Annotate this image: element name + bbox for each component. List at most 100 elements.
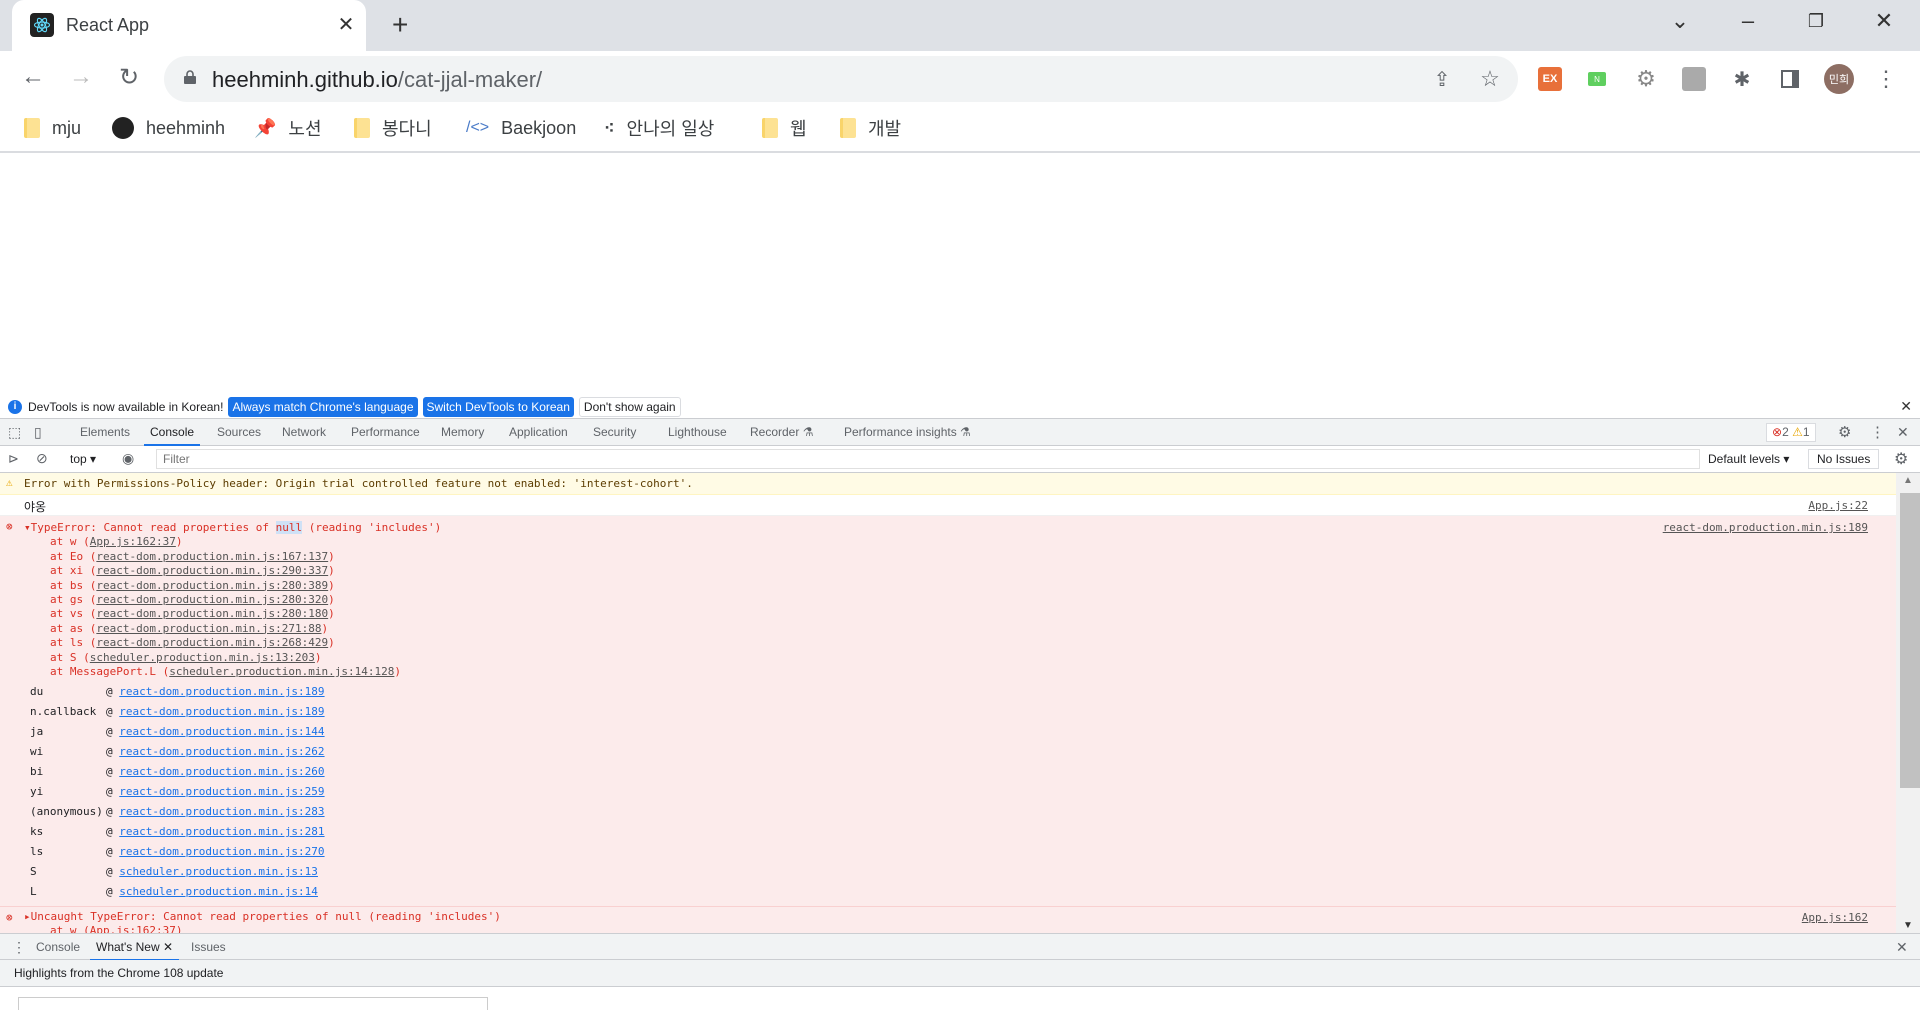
share-icon[interactable]: ⇪ bbox=[1430, 67, 1454, 91]
address-bar[interactable]: heehminh.github.io/cat-jjal-maker/ ⇪ ☆ bbox=[164, 56, 1518, 102]
tab-search-icon[interactable]: ⌄ bbox=[1660, 8, 1700, 34]
browser-tab[interactable]: React App ✕ bbox=[12, 0, 366, 51]
console-settings-icon[interactable]: ⚙ bbox=[1894, 449, 1908, 469]
scroll-up-icon[interactable]: ▲ bbox=[1903, 475, 1913, 486]
drawer-tab-whats-new[interactable]: What's New ✕ bbox=[90, 934, 180, 961]
bookmark-star-icon[interactable]: ☆ bbox=[1478, 66, 1502, 91]
call-location-link[interactable]: scheduler.production.min.js:14 bbox=[119, 885, 318, 898]
bookmark-dev[interactable]: 개발 bbox=[840, 114, 901, 142]
console-filter-input[interactable] bbox=[156, 449, 1700, 469]
drawer-tab-issues[interactable]: Issues bbox=[191, 934, 226, 961]
at-sign: @ bbox=[106, 865, 120, 879]
frame-location-link[interactable]: scheduler.production.min.js:13:203 bbox=[90, 651, 315, 664]
call-location-link[interactable]: react-dom.production.min.js:270 bbox=[119, 845, 324, 858]
live-expression-eye-icon[interactable]: ◉ bbox=[122, 450, 134, 467]
profile-avatar[interactable]: 민희 bbox=[1824, 64, 1854, 94]
url-text[interactable]: heehminh.github.io/cat-jjal-maker/ bbox=[212, 67, 542, 93]
tab-application[interactable]: Application bbox=[509, 419, 568, 446]
extension-touch-icon[interactable] bbox=[1682, 67, 1706, 91]
frame-location-link[interactable]: react-dom.production.min.js:290:337 bbox=[96, 564, 328, 577]
error-source-link[interactable]: react-dom.production.min.js:189 bbox=[1663, 521, 1868, 534]
settings-gear-icon[interactable]: ⚙ bbox=[1838, 419, 1851, 446]
call-location-link[interactable]: react-dom.production.min.js:281 bbox=[119, 825, 324, 838]
call-location-link[interactable]: react-dom.production.min.js:262 bbox=[119, 745, 324, 758]
call-location-link[interactable]: react-dom.production.min.js:259 bbox=[119, 785, 324, 798]
tab-sources[interactable]: Sources bbox=[217, 419, 261, 446]
new-tab-button[interactable]: + bbox=[392, 9, 408, 41]
frame-close-paren: ) bbox=[328, 636, 335, 650]
frame-location-link[interactable]: react-dom.production.min.js:280:320 bbox=[96, 593, 328, 606]
tab-performance-insights[interactable]: Performance insights ⚗ bbox=[844, 419, 971, 446]
bookmark-anna[interactable]: ⁖ 안나의 일상 bbox=[604, 114, 714, 142]
restore-icon[interactable]: ❐ bbox=[1796, 11, 1836, 32]
clear-console-icon[interactable]: ⊘ bbox=[36, 450, 48, 467]
switch-korean-button[interactable]: Switch DevTools to Korean bbox=[422, 396, 574, 417]
tab-recorder[interactable]: Recorder ⚗ bbox=[750, 419, 813, 446]
error-source-link[interactable]: App.js:162 bbox=[1802, 911, 1868, 924]
devtools-menu-icon[interactable]: ⋮ bbox=[1870, 419, 1885, 446]
call-location-link[interactable]: react-dom.production.min.js:189 bbox=[119, 685, 324, 698]
bookmark-bongdani[interactable]: 봉다니 bbox=[354, 114, 432, 142]
extension-gear-icon[interactable]: ⚙ bbox=[1634, 66, 1658, 91]
frame-close-paren: ) bbox=[314, 650, 322, 664]
console-scrollbar[interactable]: ▲ ▼ bbox=[1896, 473, 1920, 933]
log-source-link[interactable]: App.js:22 bbox=[1808, 499, 1868, 512]
tab-memory[interactable]: Memory bbox=[441, 419, 484, 446]
frame-location-link[interactable]: react-dom.production.min.js:280:389 bbox=[96, 579, 328, 592]
tab-network[interactable]: Network bbox=[282, 419, 326, 446]
more-menu-icon[interactable]: ⋮ bbox=[1874, 66, 1898, 91]
call-location-link[interactable]: scheduler.production.min.js:13 bbox=[119, 865, 318, 878]
device-toggle-icon[interactable]: ▯ bbox=[34, 419, 42, 446]
inspect-element-icon[interactable]: ⬚ bbox=[8, 419, 21, 446]
log-levels-dropdown[interactable]: Default levels ▾ bbox=[1708, 452, 1789, 466]
scrollbar-thumb[interactable] bbox=[1900, 493, 1920, 788]
call-function: du bbox=[30, 685, 44, 699]
context-selector[interactable]: top ▾ bbox=[70, 452, 96, 466]
match-language-button[interactable]: Always match Chrome's language bbox=[228, 396, 418, 417]
issues-button[interactable]: No Issues bbox=[1808, 449, 1880, 469]
bookmark-baekjoon[interactable]: /<> Baekjoon bbox=[466, 114, 576, 142]
call-location-link[interactable]: react-dom.production.min.js:144 bbox=[119, 725, 324, 738]
frame-location-link[interactable]: App.js:162:37 bbox=[90, 535, 176, 548]
forward-icon[interactable]: → bbox=[66, 63, 96, 91]
tab-lighthouse[interactable]: Lighthouse bbox=[668, 419, 727, 446]
call-location-link[interactable]: react-dom.production.min.js:260 bbox=[119, 765, 324, 778]
error-header[interactable]: ▸Uncaught TypeError: Cannot read propert… bbox=[24, 910, 501, 924]
close-drawer-icon[interactable]: ✕ bbox=[1896, 934, 1908, 961]
scroll-down-icon[interactable]: ▼ bbox=[1903, 920, 1913, 931]
frame-location-link[interactable]: react-dom.production.min.js:167:137 bbox=[96, 550, 328, 563]
infobar-close-icon[interactable]: ✕ bbox=[1900, 398, 1912, 415]
call-location-link[interactable]: react-dom.production.min.js:189 bbox=[119, 705, 324, 718]
drawer-menu-icon[interactable]: ⋮ bbox=[12, 934, 26, 961]
tab-strip: React App ✕ + ⌄ – ❐ ✕ bbox=[0, 0, 1920, 51]
bookmark-mju[interactable]: mju bbox=[24, 114, 81, 142]
drawer-tab-console[interactable]: Console bbox=[36, 934, 80, 961]
bookmark-heehminh[interactable]: heehminh bbox=[112, 114, 225, 142]
close-tab-icon[interactable]: ✕ bbox=[163, 940, 173, 954]
reload-icon[interactable]: ↻ bbox=[114, 63, 144, 92]
side-panel-icon[interactable] bbox=[1778, 67, 1802, 91]
tab-performance[interactable]: Performance bbox=[351, 419, 420, 446]
tab-security[interactable]: Security bbox=[593, 419, 636, 446]
extensions-puzzle-icon[interactable]: ✱ bbox=[1730, 67, 1754, 91]
back-icon[interactable]: ← bbox=[18, 63, 48, 91]
frame-location-link[interactable]: react-dom.production.min.js:280:180 bbox=[96, 607, 328, 620]
bookmark-notion[interactable]: 📌 노션 bbox=[254, 114, 322, 142]
minimize-icon[interactable]: – bbox=[1728, 8, 1768, 34]
issue-counter[interactable]: ⊗2 ⚠1 bbox=[1766, 423, 1816, 442]
sidebar-toggle-icon[interactable]: ⊳ bbox=[8, 451, 19, 467]
extension-ex-icon[interactable]: EX bbox=[1538, 67, 1562, 91]
frame-location-link[interactable]: react-dom.production.min.js:271:88 bbox=[96, 622, 321, 635]
call-location-link[interactable]: react-dom.production.min.js:283 bbox=[119, 805, 324, 818]
tab-elements[interactable]: Elements bbox=[80, 419, 130, 446]
bookmark-web[interactable]: 웹 bbox=[762, 114, 807, 142]
frame-location-link[interactable]: scheduler.production.min.js:14:128 bbox=[169, 665, 394, 678]
error-header[interactable]: ▾TypeError: Cannot read properties of nu… bbox=[0, 521, 1896, 535]
extension-naver-icon[interactable]: N bbox=[1588, 72, 1606, 86]
window-close-icon[interactable]: ✕ bbox=[1864, 8, 1904, 34]
tab-console[interactable]: Console bbox=[144, 419, 201, 446]
frame-location-link[interactable]: react-dom.production.min.js:268:429 bbox=[96, 636, 328, 649]
dont-show-again-button[interactable]: Don't show again bbox=[578, 396, 681, 417]
close-tab-icon[interactable]: ✕ bbox=[334, 12, 358, 37]
close-devtools-icon[interactable]: ✕ bbox=[1897, 419, 1909, 446]
